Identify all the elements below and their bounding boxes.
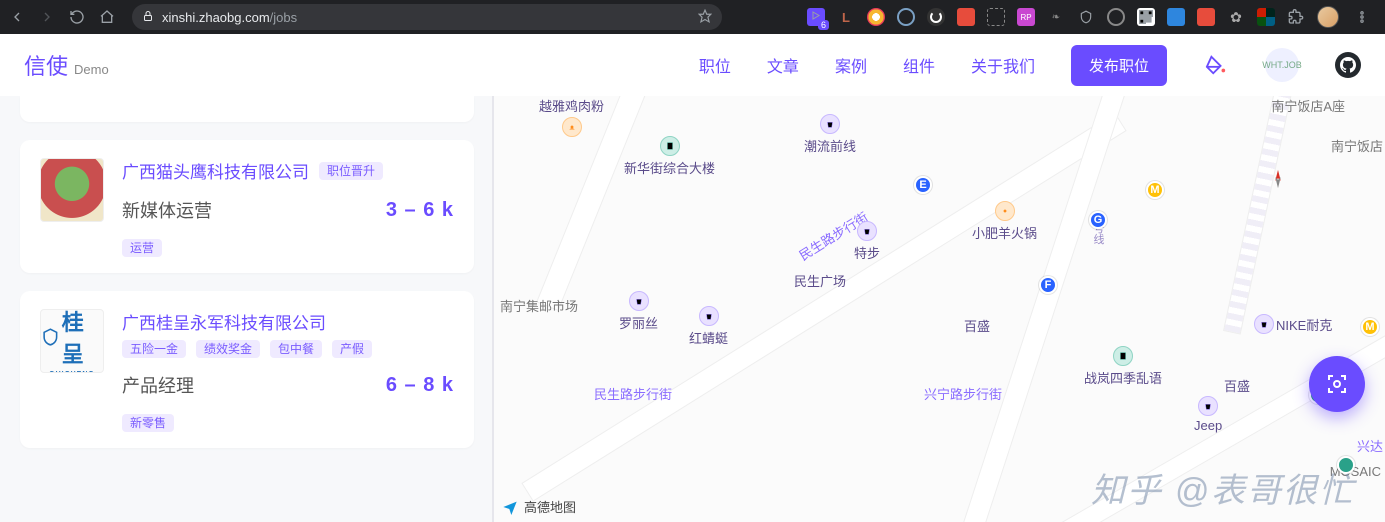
map-poi[interactable]: Jeep (1194, 396, 1222, 433)
brand-name: 信使 (24, 49, 68, 81)
browser-toolbar: xinshi.zhaobg.com/jobs 6 L RP ❧ ✿ (0, 0, 1385, 34)
ext-shield-icon[interactable] (1077, 8, 1095, 26)
user-avatar-text: WHT.JOB (1262, 60, 1302, 70)
brand[interactable]: 信使 Demo (24, 49, 109, 81)
mcdonalds-icon[interactable]: M (1146, 181, 1164, 199)
ext-leaf-icon[interactable]: ❧ (1047, 8, 1065, 26)
job-card-prev-stub[interactable] (20, 96, 474, 122)
ext-qr-icon[interactable] (1137, 8, 1155, 26)
main-nav: 职位 文章 案例 组件 关于我们 发布职位 WHT.JOB (699, 45, 1361, 86)
job-list-panel[interactable]: 广西猫头鹰科技有限公司 职位晋升 新媒体运营 3 – 6 k 运营 桂呈 GUI… (0, 96, 494, 522)
url-host: xinshi.zhaobg.com/jobs (162, 10, 297, 25)
github-icon[interactable] (1335, 52, 1361, 78)
brand-sub: Demo (74, 62, 109, 77)
home-button[interactable] (96, 6, 118, 28)
map-poi[interactable]: 小肥羊火锅 (972, 201, 1037, 242)
nav-components[interactable]: 组件 (903, 53, 935, 77)
job-title: 新媒体运营 (122, 197, 212, 223)
company-name: 广西猫头鹰科技有限公司 (122, 158, 309, 183)
perk-badge: 包中餐 (270, 340, 322, 358)
extension-tray: 6 L RP ❧ ✿ (807, 6, 1379, 28)
ext-dashed-icon[interactable] (987, 8, 1005, 26)
job-title: 产品经理 (122, 372, 194, 398)
profile-avatar[interactable] (1317, 6, 1339, 28)
road-label: 民生路步行街 (594, 384, 672, 403)
job-tag: 运营 (122, 239, 162, 257)
map-letter-pin[interactable]: F (1039, 276, 1057, 294)
ext-ring-icon[interactable] (1107, 8, 1125, 26)
map-poi[interactable]: 特步 (854, 221, 880, 262)
mcdonalds-icon[interactable]: M (1361, 318, 1379, 336)
perk-badge: 职位晋升 (319, 162, 383, 180)
job-card[interactable]: 桂呈 GUICHENG 广西桂呈永军科技有限公司 五险一金 绩效奖金 包中餐 产… (20, 291, 474, 448)
map-attribution: 高德地图 (502, 497, 576, 516)
map-road (836, 302, 1385, 522)
ext-badge-icon[interactable]: 6 (807, 8, 825, 26)
compass-icon (1267, 168, 1289, 190)
job-card[interactable]: 广西猫头鹰科技有限公司 职位晋升 新媒体运营 3 – 6 k 运营 (20, 140, 474, 273)
lock-icon (142, 10, 154, 25)
nav-cases[interactable]: 案例 (835, 53, 867, 77)
app-header: 信使 Demo 职位 文章 案例 组件 关于我们 发布职位 WHT.JOB (0, 34, 1385, 96)
company-logo: 桂呈 GUICHENG (40, 309, 104, 373)
ext-letter-icon[interactable]: L (837, 8, 855, 26)
map-label: 南宁饭店 (1331, 136, 1383, 155)
road-label: 兴达 (1357, 436, 1383, 455)
reload-button[interactable] (66, 6, 88, 28)
perk-badge: 绩效奖金 (196, 340, 260, 358)
ext-circle-2-icon[interactable] (897, 8, 915, 26)
job-salary: 3 – 6 k (386, 199, 454, 222)
map-poi[interactable]: 罗丽丝 (619, 291, 658, 332)
nav-jobs[interactable]: 职位 (699, 53, 731, 77)
paint-bucket-icon[interactable] (1203, 52, 1229, 78)
user-avatar[interactable]: WHT.JOB (1265, 48, 1299, 82)
map-poi[interactable]: 民生广场 (794, 271, 846, 290)
map-view[interactable]: 民生路步行街 民生路步行街 兴宁路步行街 兴达 1号线 越雅鸡肉粉 新华街综合大… (494, 96, 1385, 522)
job-tag: 新零售 (122, 414, 174, 432)
ext-red2-icon[interactable] (1197, 8, 1215, 26)
map-poi[interactable]: 百盛 (1224, 376, 1250, 395)
kebab-menu-icon[interactable] (1351, 6, 1373, 28)
map-poi[interactable]: NIKE耐克 (1254, 314, 1332, 334)
perk-badge: 五险一金 (122, 340, 186, 358)
map-poi[interactable]: 新华街综合大楼 (624, 136, 715, 177)
job-salary: 6 – 8 k (386, 374, 454, 397)
ext-circle-3-icon[interactable] (927, 8, 945, 26)
address-bar[interactable]: xinshi.zhaobg.com/jobs (132, 4, 722, 30)
map-poi[interactable]: 战岚四季乱语 (1084, 346, 1162, 387)
map-poi[interactable]: 百盛 (964, 316, 990, 335)
map-poi[interactable]: 潮流前线 (804, 114, 856, 155)
nav-about[interactable]: 关于我们 (971, 53, 1035, 77)
bookmark-star-icon[interactable] (698, 9, 712, 26)
ext-red-icon[interactable] (957, 8, 975, 26)
perk-badge: 产假 (332, 340, 372, 358)
company-name: 广西桂呈永军科技有限公司 (122, 309, 326, 334)
map-dot-icon[interactable] (1337, 456, 1355, 474)
ext-grid-icon[interactable] (1257, 8, 1275, 26)
extensions-puzzle-icon[interactable] (1287, 8, 1305, 26)
ext-blue-icon[interactable] (1167, 8, 1185, 26)
map-letter-pin[interactable]: G (1089, 211, 1107, 229)
map-poi[interactable]: 越雅鸡肉粉 (539, 96, 604, 137)
map-road-dashed (1223, 96, 1303, 335)
post-job-button[interactable]: 发布职位 (1071, 45, 1167, 86)
ext-rp-icon[interactable]: RP (1017, 8, 1035, 26)
ext-circle-1-icon[interactable] (867, 8, 885, 26)
scan-fab-button[interactable] (1309, 356, 1365, 412)
main-split: 广西猫头鹰科技有限公司 职位晋升 新媒体运营 3 – 6 k 运营 桂呈 GUI… (0, 96, 1385, 522)
forward-button[interactable] (36, 6, 58, 28)
map-letter-pin[interactable]: E (914, 176, 932, 194)
map-poi[interactable]: 红蜻蜓 (689, 306, 728, 347)
back-button[interactable] (6, 6, 28, 28)
company-logo (40, 158, 104, 222)
nav-articles[interactable]: 文章 (767, 53, 799, 77)
ext-flower-icon[interactable]: ✿ (1227, 8, 1245, 26)
map-label: 南宁集邮市场 (500, 296, 578, 315)
map-label: 南宁饭店A座 (1271, 96, 1345, 115)
road-label: 兴宁路步行街 (924, 384, 1002, 403)
